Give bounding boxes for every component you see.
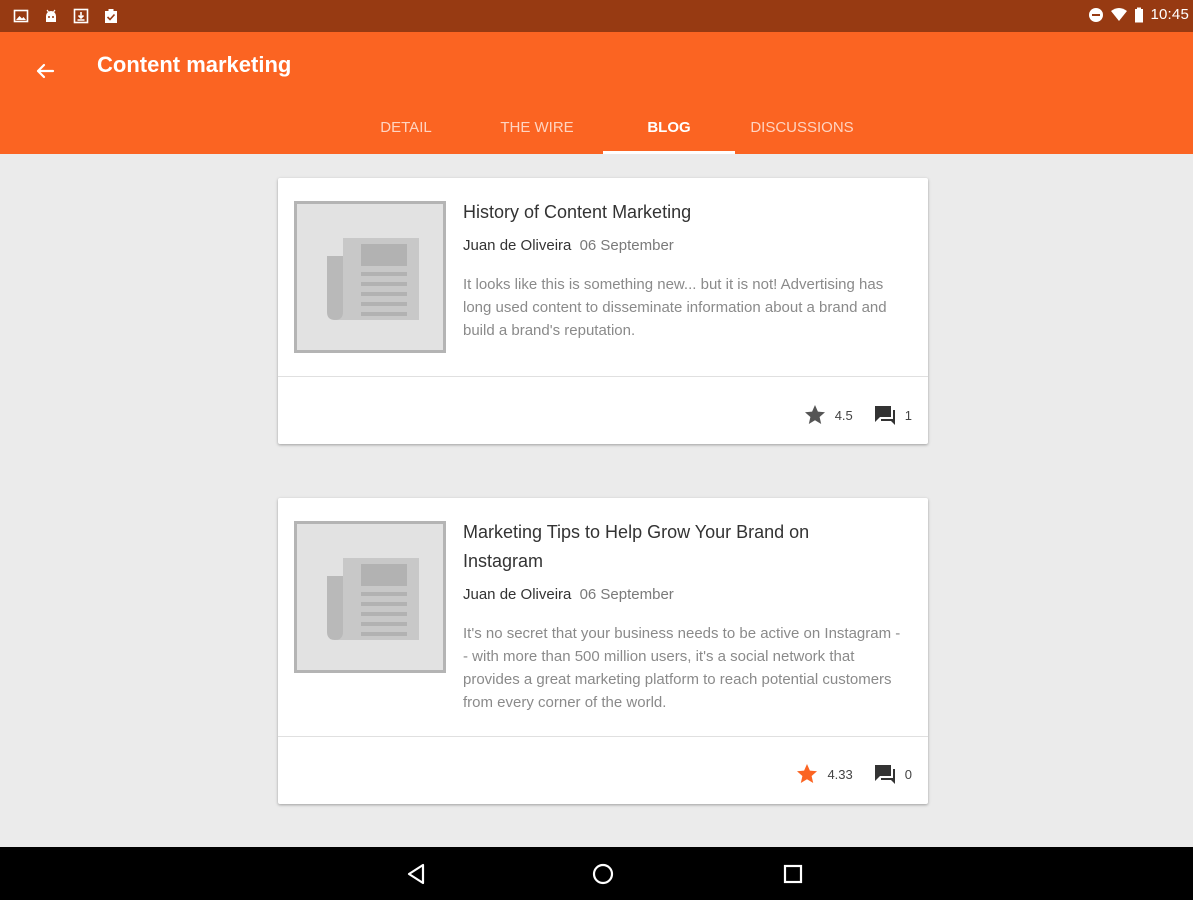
- download-icon: [73, 8, 89, 24]
- tab-discussions[interactable]: DISCUSSIONS: [740, 114, 864, 154]
- post-author: Juan de Oliveira: [463, 237, 572, 254]
- app-bar: Content marketing DETAIL THE WIRE BLOG D…: [0, 32, 1193, 154]
- recents-square-icon[interactable]: [780, 861, 806, 887]
- post-title: Marketing Tips to Help Grow Your Brand o…: [463, 522, 810, 571]
- do-not-disturb-icon: [1089, 7, 1104, 22]
- post-meta: Juan de Oliveira 06 September: [463, 237, 674, 254]
- comments-icon[interactable]: [873, 403, 897, 427]
- newspaper-icon: [327, 558, 419, 640]
- page-title: Content marketing: [97, 52, 292, 77]
- back-arrow-icon[interactable]: [30, 56, 60, 86]
- post-title: History of Content Marketing: [463, 202, 692, 222]
- post-thumbnail: [294, 201, 446, 353]
- post-thumbnail: [294, 521, 446, 673]
- post-stats: 4.33 0: [795, 762, 912, 786]
- wifi-icon: [1111, 7, 1128, 21]
- tab-detail[interactable]: DETAIL: [360, 114, 452, 154]
- image-icon: [13, 9, 29, 23]
- post-excerpt: It looks like this is something new... b…: [463, 276, 887, 339]
- home-circle-icon[interactable]: [590, 861, 616, 887]
- rating-value: 4.33: [827, 766, 853, 782]
- system-nav-bar: [0, 847, 1193, 900]
- post-author: Juan de Oliveira: [463, 586, 572, 603]
- comments-icon[interactable]: [873, 762, 897, 786]
- card-divider: [278, 376, 928, 377]
- rating-value: 4.5: [834, 407, 853, 423]
- tab-bar: DETAIL THE WIRE BLOG DISCUSSIONS: [0, 114, 1193, 154]
- star-icon[interactable]: [803, 403, 827, 427]
- system-icons: 10:45: [1088, 6, 1189, 23]
- comment-count: 0: [904, 766, 912, 782]
- clipboard-check-icon: [105, 9, 117, 23]
- post-date: 06 September: [579, 586, 674, 603]
- notification-icons: [13, 8, 119, 24]
- blog-post-card[interactable]: Marketing Tips to Help Grow Your Brand o…: [278, 498, 928, 804]
- status-bar: 10:45: [0, 0, 1193, 32]
- tab-the-wire[interactable]: THE WIRE: [484, 114, 590, 154]
- blog-list: History of Content Marketing Juan de Oli…: [0, 154, 1193, 847]
- star-icon[interactable]: [795, 762, 819, 786]
- post-date: 06 September: [579, 237, 674, 254]
- post-excerpt: It's no secret that your business needs …: [463, 625, 901, 711]
- clock: 10:45: [1150, 6, 1189, 23]
- battery-icon: [1135, 7, 1144, 22]
- comment-count: 1: [904, 407, 912, 423]
- post-stats: 4.5 1: [803, 403, 912, 427]
- post-meta: Juan de Oliveira 06 September: [463, 586, 674, 603]
- blog-post-card[interactable]: History of Content Marketing Juan de Oli…: [278, 178, 928, 444]
- back-triangle-icon[interactable]: [404, 861, 430, 887]
- tab-blog[interactable]: BLOG: [603, 114, 735, 154]
- android-icon: [46, 9, 56, 22]
- card-divider: [278, 736, 928, 737]
- newspaper-icon: [327, 238, 419, 320]
